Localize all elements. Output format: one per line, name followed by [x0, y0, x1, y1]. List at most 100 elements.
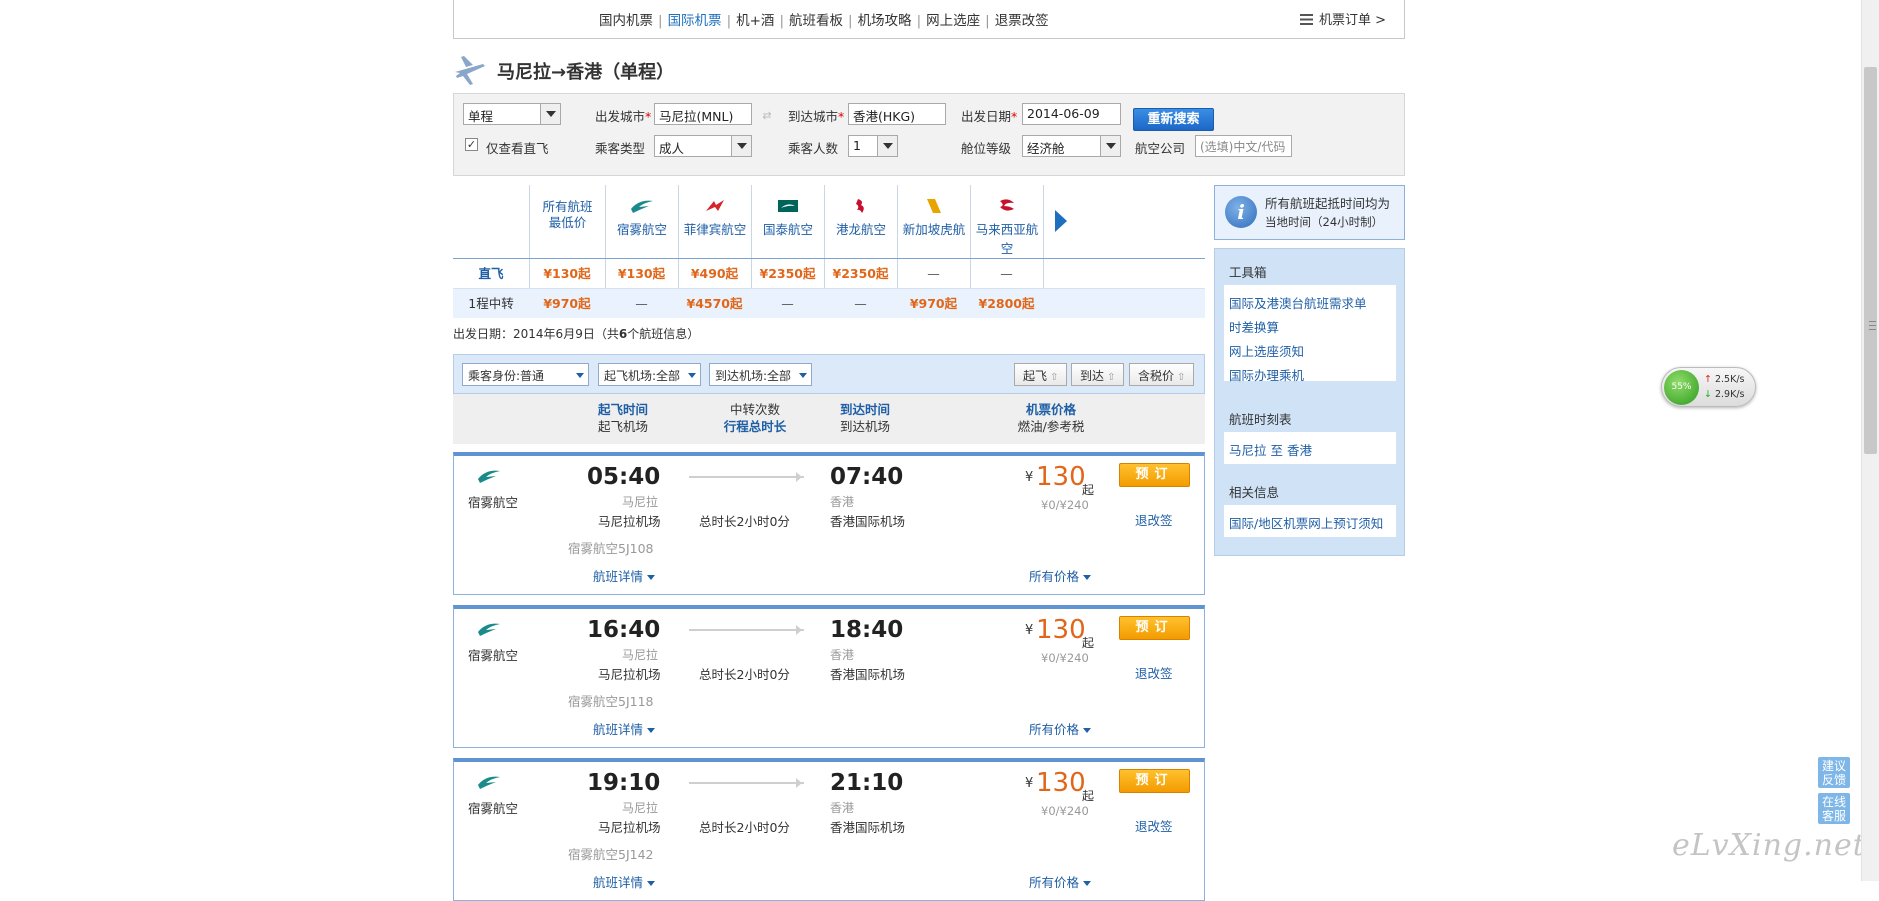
passenger-count-select[interactable]: 1: [848, 135, 898, 157]
dep-column-header: 起飞时间 起飞机场: [597, 402, 648, 434]
nav-separator: |: [916, 13, 922, 29]
info-icon: i: [1225, 196, 1257, 228]
flight-card: 宿雾航空 19:10 马尼拉 马尼拉机场 宿雾航空5J142 总时长2小时0分 21:10 香…: [453, 758, 1205, 901]
matrix-header: 菲律宾航空: [679, 185, 751, 257]
matrix-row-label: 1程中转: [468, 296, 514, 311]
nav-link[interactable]: 国内机票: [599, 13, 653, 29]
book-button[interactable]: 预订: [1119, 463, 1190, 487]
trip-duration: 总时长2小时0分: [699, 667, 790, 682]
arrival-city: 香港: [830, 801, 855, 815]
price-suffix: 起: [1082, 636, 1095, 650]
flight-details-toggle[interactable]: 航班详情: [593, 566, 656, 585]
matrix-price-cell[interactable]: ¥490起: [678, 259, 751, 289]
arrival-city: 香港: [830, 495, 855, 509]
toolbox-link-demand-form[interactable]: 国际及港澳台航班需求单: [1229, 293, 1367, 312]
orders-link[interactable]: 机票订单 >: [1299, 9, 1386, 28]
scrollbar-thumb[interactable]: [1864, 67, 1877, 454]
matrix-cell-empty: —: [927, 266, 940, 281]
chevron-down-icon: [1083, 575, 1092, 584]
matrix-price-cell[interactable]: ¥2350起: [824, 259, 897, 289]
nav-separator: |: [726, 13, 732, 29]
airline-name: 菲律宾航空: [683, 222, 747, 237]
matrix-price-cell[interactable]: ¥2800起: [970, 289, 1043, 319]
currency-symbol: ¥: [1025, 776, 1034, 791]
refund-change-link[interactable]: 退改签: [1135, 816, 1173, 835]
matrix-price-cell[interactable]: ¥2350起: [751, 259, 824, 289]
date-input[interactable]: 2014-06-09: [1022, 103, 1121, 125]
next-arrow-icon[interactable]: [1055, 210, 1067, 232]
philippine-airlines-logo: [706, 200, 724, 211]
flight-details-toggle[interactable]: 航班详情: [593, 719, 656, 738]
top-nav: 国内机票 | 国际机票 | 机+酒 | 航班看板 | 机场攻略 | 网上选座 | 退票改签 机票订单 >: [453, 0, 1405, 39]
nav-link[interactable]: 航班看板: [789, 13, 843, 29]
matrix-header: 宿雾航空: [606, 185, 678, 257]
dep-airport-filter[interactable]: 起飞机场:全部: [598, 363, 701, 386]
toolbox-link-timezone[interactable]: 时差换算: [1229, 317, 1279, 336]
matrix-price-cell[interactable]: ¥970起: [897, 289, 970, 319]
book-button[interactable]: 预订: [1119, 769, 1190, 793]
swap-cities-icon[interactable]: ⇄: [752, 106, 782, 126]
nav-separator: |: [848, 13, 853, 29]
sort-arrival-button[interactable]: 到达 ⇧: [1071, 363, 1125, 386]
cathay-pacific-logo: [778, 200, 798, 212]
airline-name: 宿雾航空: [468, 495, 519, 510]
related-link[interactable]: 国际/地区机票网上预订须知: [1229, 513, 1383, 532]
ticket-price: 130: [1036, 462, 1086, 492]
arrival-city: 香港: [830, 648, 855, 662]
book-button[interactable]: 预订: [1119, 616, 1190, 640]
flight-card: 宿雾航空 05:40 马尼拉 马尼拉机场 宿雾航空5J108 总时长2小时0分 07:40 香…: [453, 452, 1205, 595]
cebu-pacific-logo: [631, 200, 653, 213]
arrow-up-icon: ⇧: [1177, 372, 1186, 383]
chevron-down-icon: [647, 881, 656, 890]
online-service-button[interactable]: 在线客服: [1818, 793, 1850, 824]
nav-link[interactable]: 机+酒: [736, 13, 774, 29]
refund-change-link[interactable]: 退改签: [1135, 510, 1173, 529]
direct-only-label: 仅查看直飞: [486, 141, 549, 156]
currency-symbol: ¥: [1025, 470, 1034, 485]
matrix-row-label: 直飞: [478, 266, 504, 281]
column-headers: 起飞时间 起飞机场 中转次数 行程总时长 到达时间 到达机场 机票价格 燃油/参考税: [453, 394, 1205, 444]
tigerair-logo: [927, 199, 941, 213]
departure-city: 马尼拉: [622, 801, 659, 815]
direct-only-checkbox[interactable]: ✓: [465, 138, 478, 151]
search-button[interactable]: 重新搜索: [1133, 108, 1214, 131]
all-prices-toggle[interactable]: 所有价格: [1029, 566, 1092, 585]
arr-airport-filter[interactable]: 到达机场:全部: [709, 363, 812, 386]
all-prices-toggle[interactable]: 所有价格: [1029, 719, 1092, 738]
nav-link[interactable]: 机场攻略: [858, 13, 912, 29]
nav-link[interactable]: 国际机票: [668, 13, 722, 29]
vertical-scrollbar[interactable]: [1861, 0, 1879, 881]
sort-price-button[interactable]: 含税价 ⇧: [1129, 363, 1195, 386]
schedule-link[interactable]: 马尼拉 至 香港: [1229, 440, 1312, 459]
departure-city: 马尼拉: [622, 495, 659, 509]
arrow-up-icon: ⇧: [1107, 372, 1116, 383]
nav-link[interactable]: 网上选座: [926, 13, 980, 29]
related-title: 相关信息: [1229, 485, 1280, 500]
matrix-price-cell[interactable]: ¥4570起: [678, 289, 751, 319]
arr-city-label: 到达城市*: [788, 109, 845, 124]
all-prices-toggle[interactable]: 所有价格: [1029, 872, 1092, 891]
net-speed-widget[interactable]: 55% 2.5K/s 2.9K/s: [1661, 367, 1756, 407]
refund-change-link[interactable]: 退改签: [1135, 663, 1173, 682]
passenger-type-select[interactable]: 成人: [654, 135, 752, 157]
matrix-price-cell[interactable]: ¥970起: [529, 289, 605, 319]
feedback-button[interactable]: 建议反馈: [1818, 757, 1850, 788]
dep-city-input[interactable]: 马尼拉(MNL): [654, 103, 752, 125]
flight-number: 宿雾航空5J142: [568, 847, 654, 862]
toolbox-link-seat-guide[interactable]: 网上选座须知: [1229, 341, 1304, 360]
cabin-select[interactable]: 经济舱: [1022, 135, 1121, 157]
trip-type-select[interactable]: 单程: [463, 103, 561, 125]
orders-label: 机票订单 >: [1318, 13, 1386, 28]
toolbox-link-checkin[interactable]: 国际办理乘机: [1229, 365, 1304, 384]
arr-city-input[interactable]: 香港(HKG): [848, 103, 946, 125]
airline-name: 宿雾航空: [616, 222, 667, 237]
nav-link[interactable]: 退票改签: [995, 13, 1049, 29]
sort-departure-button[interactable]: 起飞 ⇧: [1014, 363, 1068, 386]
airline-input[interactable]: (选填)中文/代码: [1195, 135, 1292, 157]
arrival-time: 21:10: [830, 770, 904, 796]
matrix-price-cell[interactable]: ¥130起: [605, 259, 678, 289]
dragonair-logo: [856, 199, 864, 213]
matrix-price-cell[interactable]: ¥130起: [529, 259, 605, 289]
passenger-filter[interactable]: 乘客身份:普通: [462, 363, 589, 386]
flight-details-toggle[interactable]: 航班详情: [593, 872, 656, 891]
